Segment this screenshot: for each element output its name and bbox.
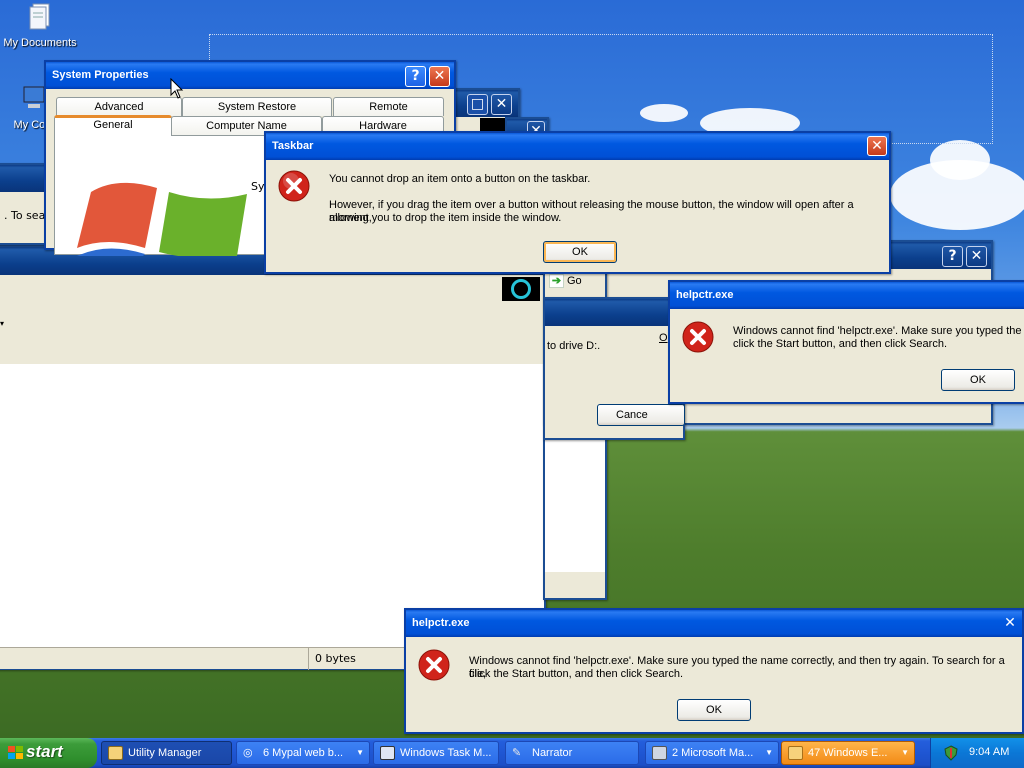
- helpctr-error-dialog-1[interactable]: helpctr.exe Windows cannot find 'helpctr…: [668, 280, 1024, 404]
- group-arrow-icon: ▼: [765, 748, 773, 757]
- help-icon[interactable]: ?: [405, 66, 426, 87]
- close-icon[interactable]: ✕: [429, 66, 450, 87]
- desktop-icon-label: My Documents: [3, 37, 77, 49]
- helpctr-error-dialog-2[interactable]: helpctr.exe ✕ Windows cannot find 'helpc…: [404, 608, 1024, 734]
- maximize-icon[interactable]: □: [467, 94, 488, 115]
- dialog-title: helpctr.exe: [676, 289, 734, 301]
- error-icon: [278, 170, 310, 202]
- windows-throbber: [502, 277, 540, 301]
- go-button[interactable]: ➔Go: [549, 274, 582, 288]
- drive-dialog-titlebar[interactable]: [545, 299, 683, 326]
- mypal-icon: ◎: [243, 747, 253, 759]
- error-icon: [682, 321, 714, 353]
- dialog-message-line1: Windows cannot find 'helpctr.exe'. Make …: [733, 325, 1024, 337]
- drive-message: to drive D:.: [547, 340, 601, 352]
- taskbar-item-windows-explorer[interactable]: 47 Windows E... ▼: [781, 741, 915, 765]
- taskbar-item-task-manager[interactable]: Windows Task M...: [373, 741, 499, 765]
- ok-button[interactable]: OK: [677, 699, 751, 721]
- tab-remote[interactable]: Remote: [333, 97, 444, 116]
- dialog-message-line2: click the Start button, and then click S…: [469, 668, 684, 680]
- window-title: System Properties: [52, 69, 149, 81]
- taskbar-dialog-titlebar[interactable]: Taskbar: [266, 133, 889, 160]
- close-icon[interactable]: ✕: [1000, 613, 1020, 633]
- close-icon[interactable]: ✕: [867, 136, 887, 156]
- dialog-message-line3: allowing you to drop the item inside the…: [329, 212, 562, 224]
- desktop-icon-my-documents[interactable]: My Documents: [0, 2, 80, 49]
- taskbar-item-narrator[interactable]: ✎ Narrator: [505, 741, 639, 765]
- ok-button[interactable]: OK: [543, 241, 617, 263]
- windows-logo-icon: [77, 182, 247, 256]
- drive-dialog[interactable]: to drive D:. Cance: [543, 297, 685, 440]
- close-icon[interactable]: ✕: [491, 94, 512, 115]
- system-properties-titlebar[interactable]: System Properties: [46, 62, 454, 89]
- dialog-message-line2: click the Start button, and then click S…: [733, 338, 948, 350]
- error-icon: [418, 649, 450, 681]
- start-button[interactable]: start: [0, 738, 97, 768]
- utility-manager-icon: [108, 746, 123, 760]
- windows-flag-icon: [8, 746, 23, 759]
- taskbar-error-dialog[interactable]: Taskbar ✕ You cannot drop an item onto a…: [264, 131, 891, 274]
- start-label: start: [26, 742, 63, 761]
- helpctr-dialog-titlebar[interactable]: helpctr.exe: [406, 610, 1022, 637]
- link-fragment[interactable]: O: [659, 332, 668, 344]
- tab-system-restore[interactable]: System Restore: [182, 97, 332, 116]
- security-shield-icon[interactable]: [943, 745, 959, 761]
- help-icon[interactable]: ?: [942, 246, 963, 267]
- group-arrow-icon: ▼: [356, 748, 364, 757]
- dropdown-arrow-icon[interactable]: ▾: [0, 319, 4, 328]
- folder-icon: [788, 746, 803, 760]
- fragment-text: . To sear: [4, 209, 50, 222]
- dialog-title: helpctr.exe: [412, 617, 470, 629]
- taskbar-item-mypal[interactable]: ◎ 6 Mypal web b... ▼: [236, 741, 370, 765]
- mouse-cursor-icon: [170, 78, 184, 99]
- explorer-window[interactable]: ▾ ▼ ➔Go 0 bytes: [0, 245, 546, 670]
- tab-general[interactable]: General: [54, 115, 172, 136]
- cancel-button[interactable]: Cance: [597, 404, 685, 426]
- mmc-icon: [652, 746, 667, 760]
- status-size: 0 bytes: [308, 648, 362, 670]
- system-info-text: Sy: [251, 180, 265, 193]
- explorer-file-area[interactable]: [0, 364, 544, 648]
- clock[interactable]: 9:04 AM: [969, 746, 1009, 758]
- taskbar-item-utility-manager[interactable]: Utility Manager: [101, 741, 232, 765]
- system-tray: 9:04 AM: [930, 738, 1024, 768]
- cloud: [930, 140, 990, 180]
- group-arrow-icon: ▼: [901, 748, 909, 757]
- go-arrow-icon: ➔: [549, 274, 564, 288]
- helpctr-dialog-titlebar[interactable]: helpctr.exe: [670, 282, 1024, 309]
- taskbar: start Utility Manager ◎ 6 Mypal web b...…: [0, 738, 1024, 768]
- ok-button[interactable]: OK: [941, 369, 1015, 391]
- tab-advanced[interactable]: Advanced: [56, 97, 182, 116]
- taskbar-item-microsoft-management[interactable]: 2 Microsoft Ma... ▼: [645, 741, 779, 765]
- dialog-title: Taskbar: [272, 140, 314, 152]
- close-icon[interactable]: ✕: [966, 246, 987, 267]
- my-documents-icon: [29, 3, 50, 30]
- dialog-message-line1: You cannot drop an item onto a button on…: [329, 173, 591, 185]
- explorer-toolbar: ▾ ▼ ➔Go: [0, 275, 544, 391]
- narrator-icon: ✎: [512, 747, 522, 759]
- task-manager-icon: [380, 746, 395, 760]
